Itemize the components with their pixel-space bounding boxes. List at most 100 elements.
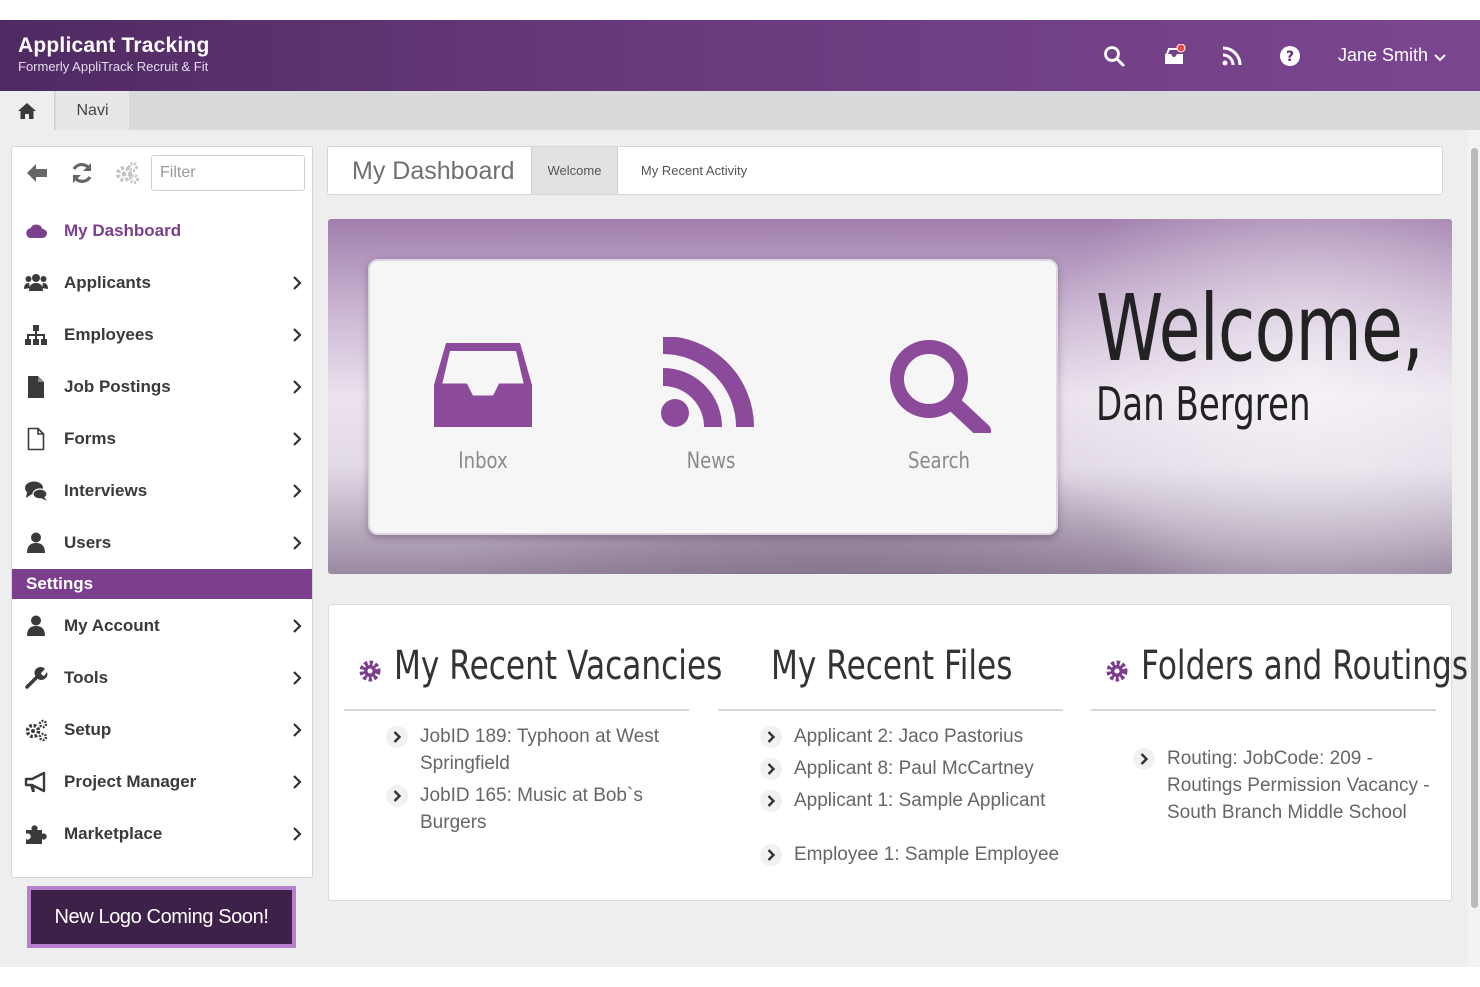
wrench-icon: [24, 666, 48, 690]
panel-header: Folders and Routings: [1091, 641, 1468, 711]
nav-item-my-account[interactable]: My Account: [12, 600, 312, 652]
blank-file-icon: [24, 427, 48, 451]
quick-link-inbox[interactable]: Inbox: [413, 337, 553, 487]
search-icon: [869, 337, 1009, 433]
nav-label: Setup: [64, 720, 112, 739]
panel-title: Folders and Routings: [1141, 643, 1469, 689]
list-item[interactable]: Applicant 1: Sample Applicant: [718, 787, 1063, 814]
nav-label: Job Postings: [64, 377, 171, 396]
quick-link-search[interactable]: Search: [869, 337, 1009, 487]
chevron-right-icon: [760, 726, 782, 748]
scrollbar-thumb[interactable]: [1471, 148, 1478, 908]
nav-item-interviews[interactable]: Interviews: [12, 465, 312, 517]
org-chart-icon: [24, 323, 48, 347]
routing-link: Routing: JobCode: 209 - Routings Permiss…: [1167, 748, 1430, 823]
list-item[interactable]: JobID 189: Typhoon at West Springfield: [344, 723, 689, 777]
nav-label: Tools: [64, 668, 109, 687]
app-subtitle: Formerly AppliTrack Recruit & Fit: [18, 59, 209, 74]
nav-item-my-dashboard[interactable]: My Dashboard: [12, 205, 312, 257]
chevron-right-icon: [291, 275, 303, 291]
nav-label: Applicants: [64, 273, 151, 292]
nav-item-job-postings[interactable]: Job Postings: [12, 361, 312, 413]
home-icon[interactable]: [0, 91, 55, 130]
panel-recent-files: My Recent Files Applicant 2: Jaco Pastor…: [718, 605, 1063, 900]
file-link: Applicant 2: Jaco Pastorius: [794, 726, 1024, 747]
quick-links-card: Inbox News Search: [368, 259, 1058, 535]
top-header-bar: Applicant Tracking Formerly AppliTrack R…: [0, 20, 1480, 91]
user-icon: [24, 531, 48, 555]
settings-section-header: Settings: [12, 569, 312, 599]
chevron-right-icon: [291, 535, 303, 551]
file-list: Applicant 2: Jaco Pastorius Applicant 8:…: [718, 723, 1063, 868]
quick-link-label: Inbox: [458, 449, 508, 474]
app-title: Applicant Tracking: [18, 34, 210, 57]
breadcrumb-tab-navi[interactable]: Navi: [56, 91, 129, 130]
rss-feed-icon: [641, 337, 781, 433]
nav-item-setup[interactable]: Setup: [12, 704, 312, 756]
file-link: Applicant 1: Sample Applicant: [794, 790, 1046, 811]
user-name: Jane Smith: [1338, 45, 1429, 65]
nav-item-users[interactable]: Users: [12, 517, 312, 569]
rss-feed-icon[interactable]: [1220, 44, 1244, 68]
document-icon: [24, 375, 48, 399]
list-item[interactable]: Applicant 8: Paul McCartney: [718, 755, 1063, 782]
page-scrollbar[interactable]: [1468, 130, 1480, 967]
cogs-icon: [24, 718, 48, 742]
user-icon: [24, 614, 48, 638]
panel-header: My Recent Files: [718, 641, 1063, 711]
new-logo-button[interactable]: New Logo Coming Soon!: [27, 886, 296, 948]
vacancy-link: JobID 189: Typhoon at West Springfield: [420, 726, 660, 774]
chevron-right-icon: [291, 483, 303, 499]
user-menu[interactable]: Jane Smith: [1338, 45, 1446, 67]
gear-icon[interactable]: [1105, 659, 1129, 683]
notifications-icon[interactable]: [1162, 44, 1186, 68]
chevron-right-icon: [760, 844, 782, 866]
tab-welcome[interactable]: Welcome: [531, 147, 618, 194]
list-item[interactable]: JobID 165: Music at Bob`s Burgers: [344, 782, 689, 836]
filter-input[interactable]: [151, 155, 305, 191]
page-title: My Dashboard: [352, 157, 515, 185]
chevron-right-icon: [291, 826, 303, 842]
help-icon[interactable]: ?: [1278, 44, 1302, 68]
chevron-right-icon: [386, 785, 408, 807]
tab-my-recent-activity[interactable]: My Recent Activity: [619, 147, 769, 194]
gear-icon[interactable]: [358, 659, 382, 683]
list-item[interactable]: Employee 1: Sample Employee: [718, 841, 1063, 868]
puzzle-icon: [24, 822, 48, 846]
chevron-right-icon: [760, 790, 782, 812]
nav-label: Marketplace: [64, 824, 163, 843]
settings-cogs-icon[interactable]: [114, 160, 140, 186]
nav-item-marketplace[interactable]: Marketplace: [12, 808, 312, 860]
nav-item-applicants[interactable]: Applicants: [12, 257, 312, 309]
nav-item-project-manager[interactable]: Project Manager: [12, 756, 312, 808]
welcome-banner: Inbox News Search Welcome, Dan Bergren: [328, 219, 1452, 574]
sidebar: My Dashboard Applicants Employees Job Po…: [11, 146, 313, 878]
file-link: Applicant 8: Paul McCartney: [794, 758, 1034, 779]
panel-recent-vacancies: My Recent Vacancies JobID 189: Typhoon a…: [344, 605, 722, 900]
quick-link-news[interactable]: News: [641, 337, 781, 487]
chevron-right-icon: [291, 774, 303, 790]
routing-list: Routing: JobCode: 209 - Routings Permiss…: [1091, 745, 1436, 826]
quick-link-label: News: [686, 449, 736, 474]
back-icon[interactable]: [24, 160, 50, 186]
nav-item-employees[interactable]: Employees: [12, 309, 312, 361]
users-icon: [24, 271, 48, 295]
nav-label: Forms: [64, 429, 116, 448]
breadcrumb: Navi: [0, 91, 1480, 130]
chevron-right-icon: [291, 618, 303, 634]
cloud-icon: [24, 219, 48, 243]
nav-item-forms[interactable]: Forms: [12, 413, 312, 465]
search-icon[interactable]: [1102, 44, 1126, 68]
nav-item-tools[interactable]: Tools: [12, 652, 312, 704]
panel-folders-routings: Folders and Routings Routing: JobCode: 2…: [1091, 605, 1468, 900]
list-item[interactable]: Routing: JobCode: 209 - Routings Permiss…: [1091, 745, 1436, 826]
app-brand[interactable]: Applicant Tracking Formerly AppliTrack R…: [18, 34, 209, 74]
inbox-icon: [413, 337, 553, 433]
chevron-right-icon: [760, 758, 782, 780]
chevron-right-icon: [291, 431, 303, 447]
refresh-icon[interactable]: [69, 160, 95, 186]
chevron-right-icon: [386, 726, 408, 748]
chevron-down-icon: [1434, 46, 1446, 67]
chat-icon: [24, 479, 48, 503]
list-item[interactable]: Applicant 2: Jaco Pastorius: [718, 723, 1063, 750]
